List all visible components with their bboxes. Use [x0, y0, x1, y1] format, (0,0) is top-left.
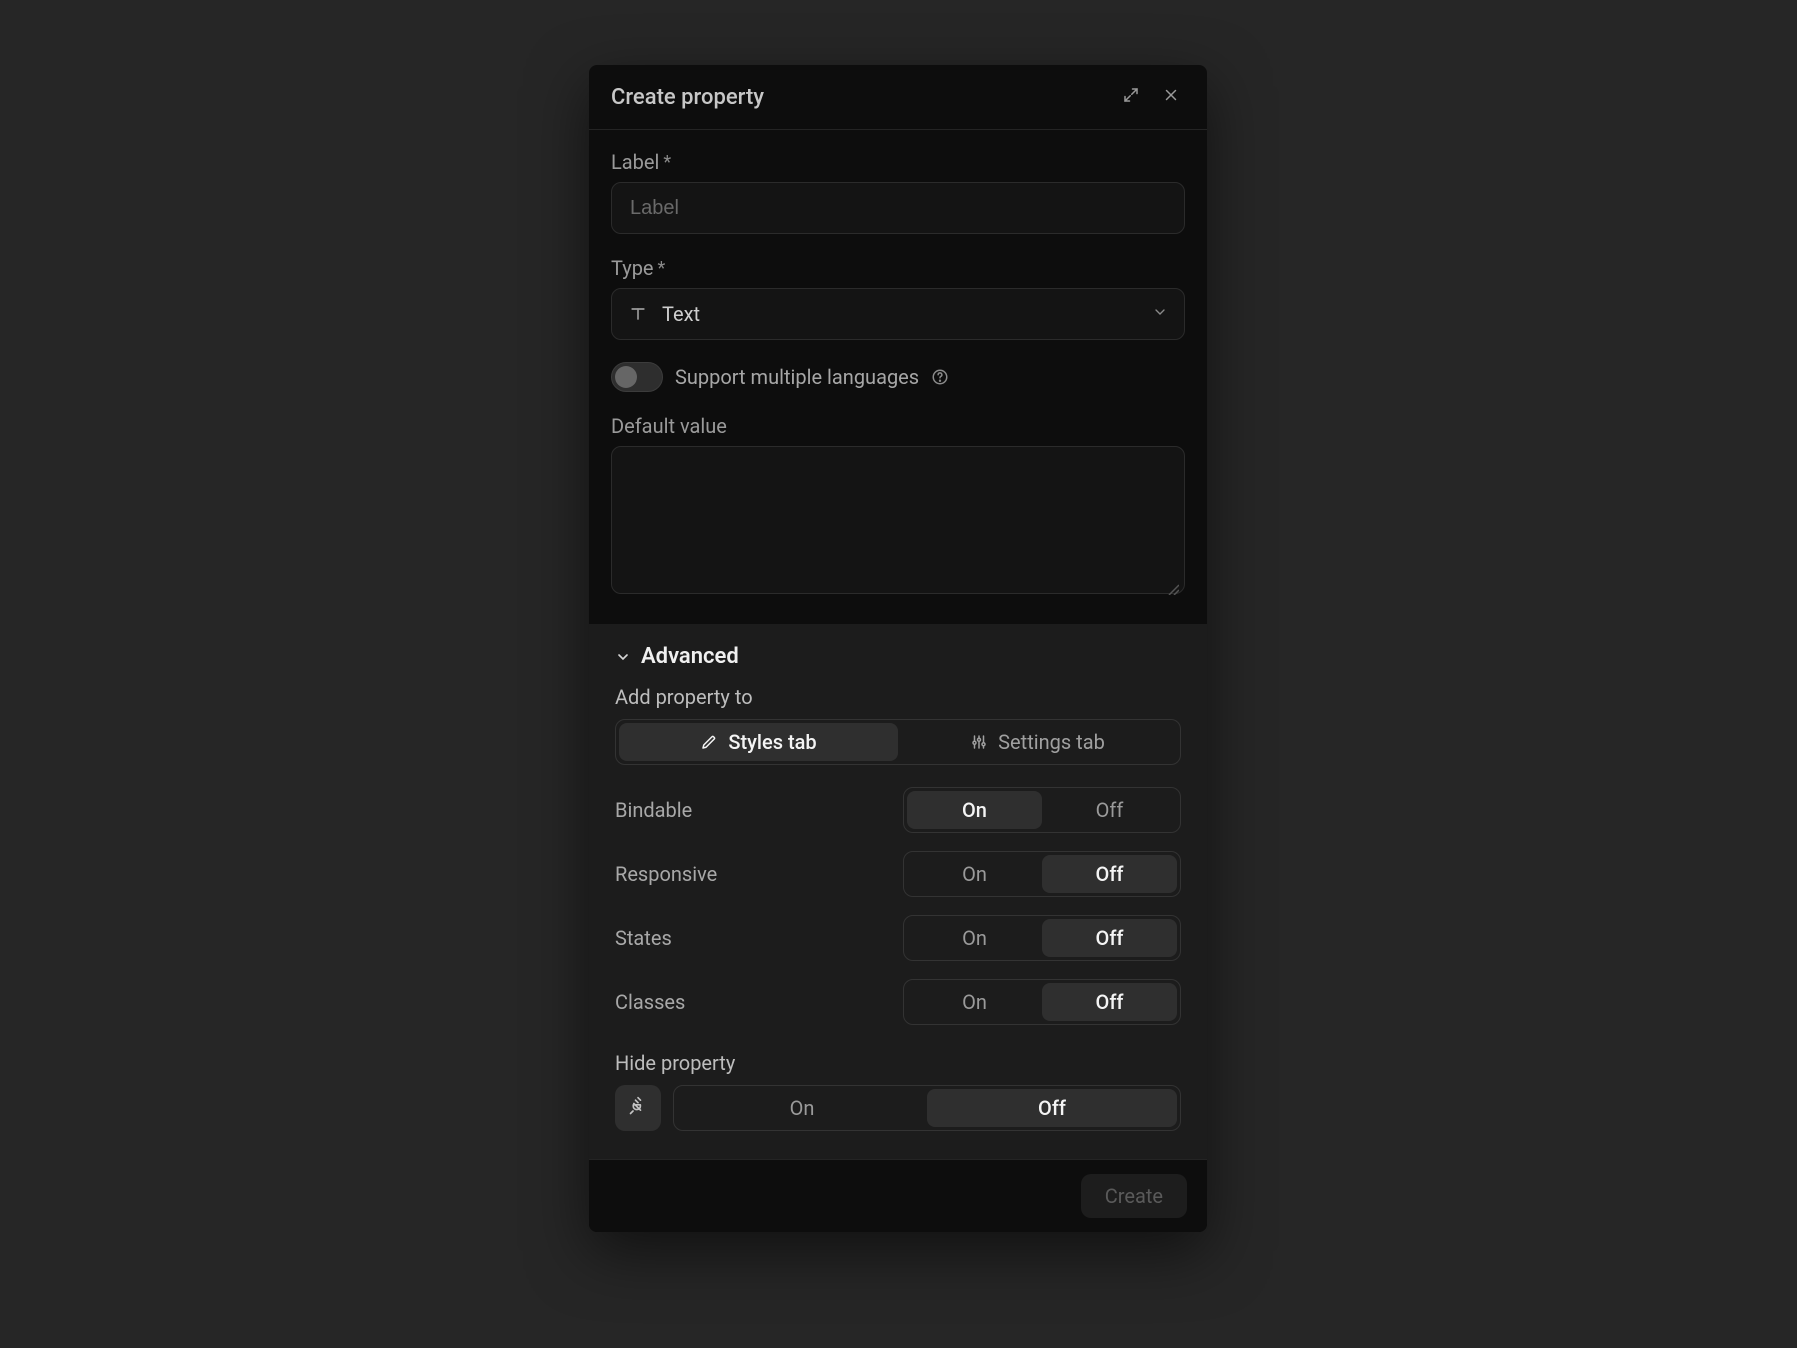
row-states: States On Off — [615, 915, 1181, 961]
chevron-down-icon — [615, 649, 631, 665]
required-star: * — [663, 152, 671, 173]
states-toggle: On Off — [903, 915, 1181, 961]
type-field-label-text: Type — [611, 256, 654, 280]
expand-icon — [1122, 86, 1140, 108]
sliders-icon — [970, 733, 988, 751]
create-property-panel: Create property Label * — [589, 65, 1207, 1232]
label-field-label: Label * — [611, 150, 1185, 174]
hide-property-label: Hide property — [615, 1051, 1181, 1075]
default-value-input[interactable] — [611, 446, 1185, 594]
type-select[interactable]: Text — [611, 288, 1185, 340]
row-classes-label: Classes — [615, 990, 685, 1014]
bind-formula-button[interactable] — [615, 1085, 661, 1131]
hide-off[interactable]: Off — [927, 1089, 1177, 1127]
bindable-off[interactable]: Off — [1042, 791, 1177, 829]
panel-title: Create property — [611, 85, 1105, 110]
hide-property-row: On Off — [615, 1085, 1181, 1131]
tab-settings[interactable]: Settings tab — [898, 723, 1177, 761]
label-input[interactable] — [611, 182, 1185, 234]
multilang-toggle[interactable] — [611, 362, 663, 392]
panel-body: Label * Type * Text — [589, 130, 1207, 624]
add-property-to-label: Add property to — [615, 685, 1181, 709]
chevron-down-icon — [1152, 304, 1168, 324]
type-select-value: Text — [662, 302, 1138, 326]
advanced-header[interactable]: Advanced — [615, 644, 1181, 669]
hide-property-section: Hide property On Off — [615, 1051, 1181, 1131]
plug-icon — [628, 1096, 648, 1120]
row-classes: Classes On Off — [615, 979, 1181, 1025]
advanced-title: Advanced — [641, 644, 739, 669]
toggle-knob — [615, 366, 637, 388]
tab-styles[interactable]: Styles tab — [619, 723, 898, 761]
required-star: * — [658, 258, 666, 279]
label-field-label-text: Label — [611, 150, 659, 174]
close-button[interactable] — [1157, 83, 1185, 111]
pencil-icon — [700, 733, 718, 751]
add-property-to-tabs: Styles tab Settings tab — [615, 719, 1181, 765]
responsive-on[interactable]: On — [907, 855, 1042, 893]
row-states-label: States — [615, 926, 672, 950]
multilang-row: Support multiple languages — [611, 362, 1185, 392]
row-bindable: Bindable On Off — [615, 787, 1181, 833]
type-field-group: Type * Text — [611, 256, 1185, 340]
panel-header: Create property — [589, 65, 1207, 130]
bindable-toggle: On Off — [903, 787, 1181, 833]
label-field-group: Label * — [611, 150, 1185, 234]
panel-footer: Create — [589, 1159, 1207, 1232]
expand-button[interactable] — [1117, 83, 1145, 111]
property-toggles: Bindable On Off Responsive On Off States… — [615, 787, 1181, 1025]
row-responsive-label: Responsive — [615, 862, 717, 886]
responsive-off[interactable]: Off — [1042, 855, 1177, 893]
classes-off[interactable]: Off — [1042, 983, 1177, 1021]
help-icon[interactable] — [931, 368, 949, 386]
default-value-group: Default value — [611, 414, 1185, 598]
classes-toggle: On Off — [903, 979, 1181, 1025]
states-off[interactable]: Off — [1042, 919, 1177, 957]
hide-on[interactable]: On — [677, 1089, 927, 1127]
hide-toggle: On Off — [673, 1085, 1181, 1131]
advanced-section: Advanced Add property to Styles tab — [589, 624, 1207, 1159]
multilang-label: Support multiple languages — [675, 365, 919, 389]
create-button[interactable]: Create — [1081, 1174, 1187, 1218]
row-responsive: Responsive On Off — [615, 851, 1181, 897]
row-bindable-label: Bindable — [615, 798, 692, 822]
tab-settings-label: Settings tab — [998, 730, 1105, 754]
close-icon — [1162, 86, 1180, 108]
type-field-label: Type * — [611, 256, 1185, 280]
responsive-toggle: On Off — [903, 851, 1181, 897]
states-on[interactable]: On — [907, 919, 1042, 957]
default-value-label: Default value — [611, 414, 1185, 438]
text-type-icon — [628, 304, 648, 324]
bindable-on[interactable]: On — [907, 791, 1042, 829]
classes-on[interactable]: On — [907, 983, 1042, 1021]
tab-styles-label: Styles tab — [728, 730, 816, 754]
